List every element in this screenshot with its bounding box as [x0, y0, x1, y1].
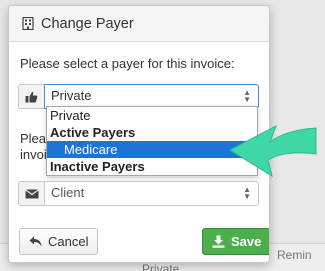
building-icon [22, 16, 34, 31]
cancel-button[interactable]: Cancel [19, 228, 99, 255]
background-text-reminder: Remin [277, 248, 312, 262]
option-private[interactable]: Private [47, 107, 257, 124]
background-text-private: Private [142, 262, 180, 271]
modal-header: Change Payer [9, 6, 269, 42]
thumbs-up-icon [18, 84, 44, 109]
payer-dropdown-list[interactable]: Private Active Payers Medicare Inactive … [46, 106, 258, 176]
download-save-icon [212, 235, 225, 248]
contact-select[interactable]: Client ▲ ▼ [44, 181, 259, 206]
payer-select-value: Private [51, 88, 92, 103]
payer-prompt: Please select a payer for this invoice: [20, 56, 235, 71]
select-arrows-icon: ▲ ▼ [243, 185, 251, 201]
optgroup-active-payers: Active Payers [50, 125, 136, 140]
contact-select-value: Client [51, 185, 85, 200]
cancel-label: Cancel [48, 234, 89, 249]
modal-title: Change Payer [41, 15, 134, 32]
envelope-icon [18, 181, 44, 206]
pointer-arrow-icon [228, 124, 317, 178]
save-button[interactable]: Save [202, 228, 269, 255]
reply-arrow-icon [29, 236, 42, 247]
save-label: Save [231, 234, 262, 249]
option-medicare[interactable]: Medicare [47, 141, 257, 158]
optgroup-inactive-payers: Inactive Payers [50, 159, 145, 174]
select-arrows-icon: ▲ ▼ [243, 88, 251, 104]
contact-select-group: Client ▲ ▼ [18, 181, 259, 206]
